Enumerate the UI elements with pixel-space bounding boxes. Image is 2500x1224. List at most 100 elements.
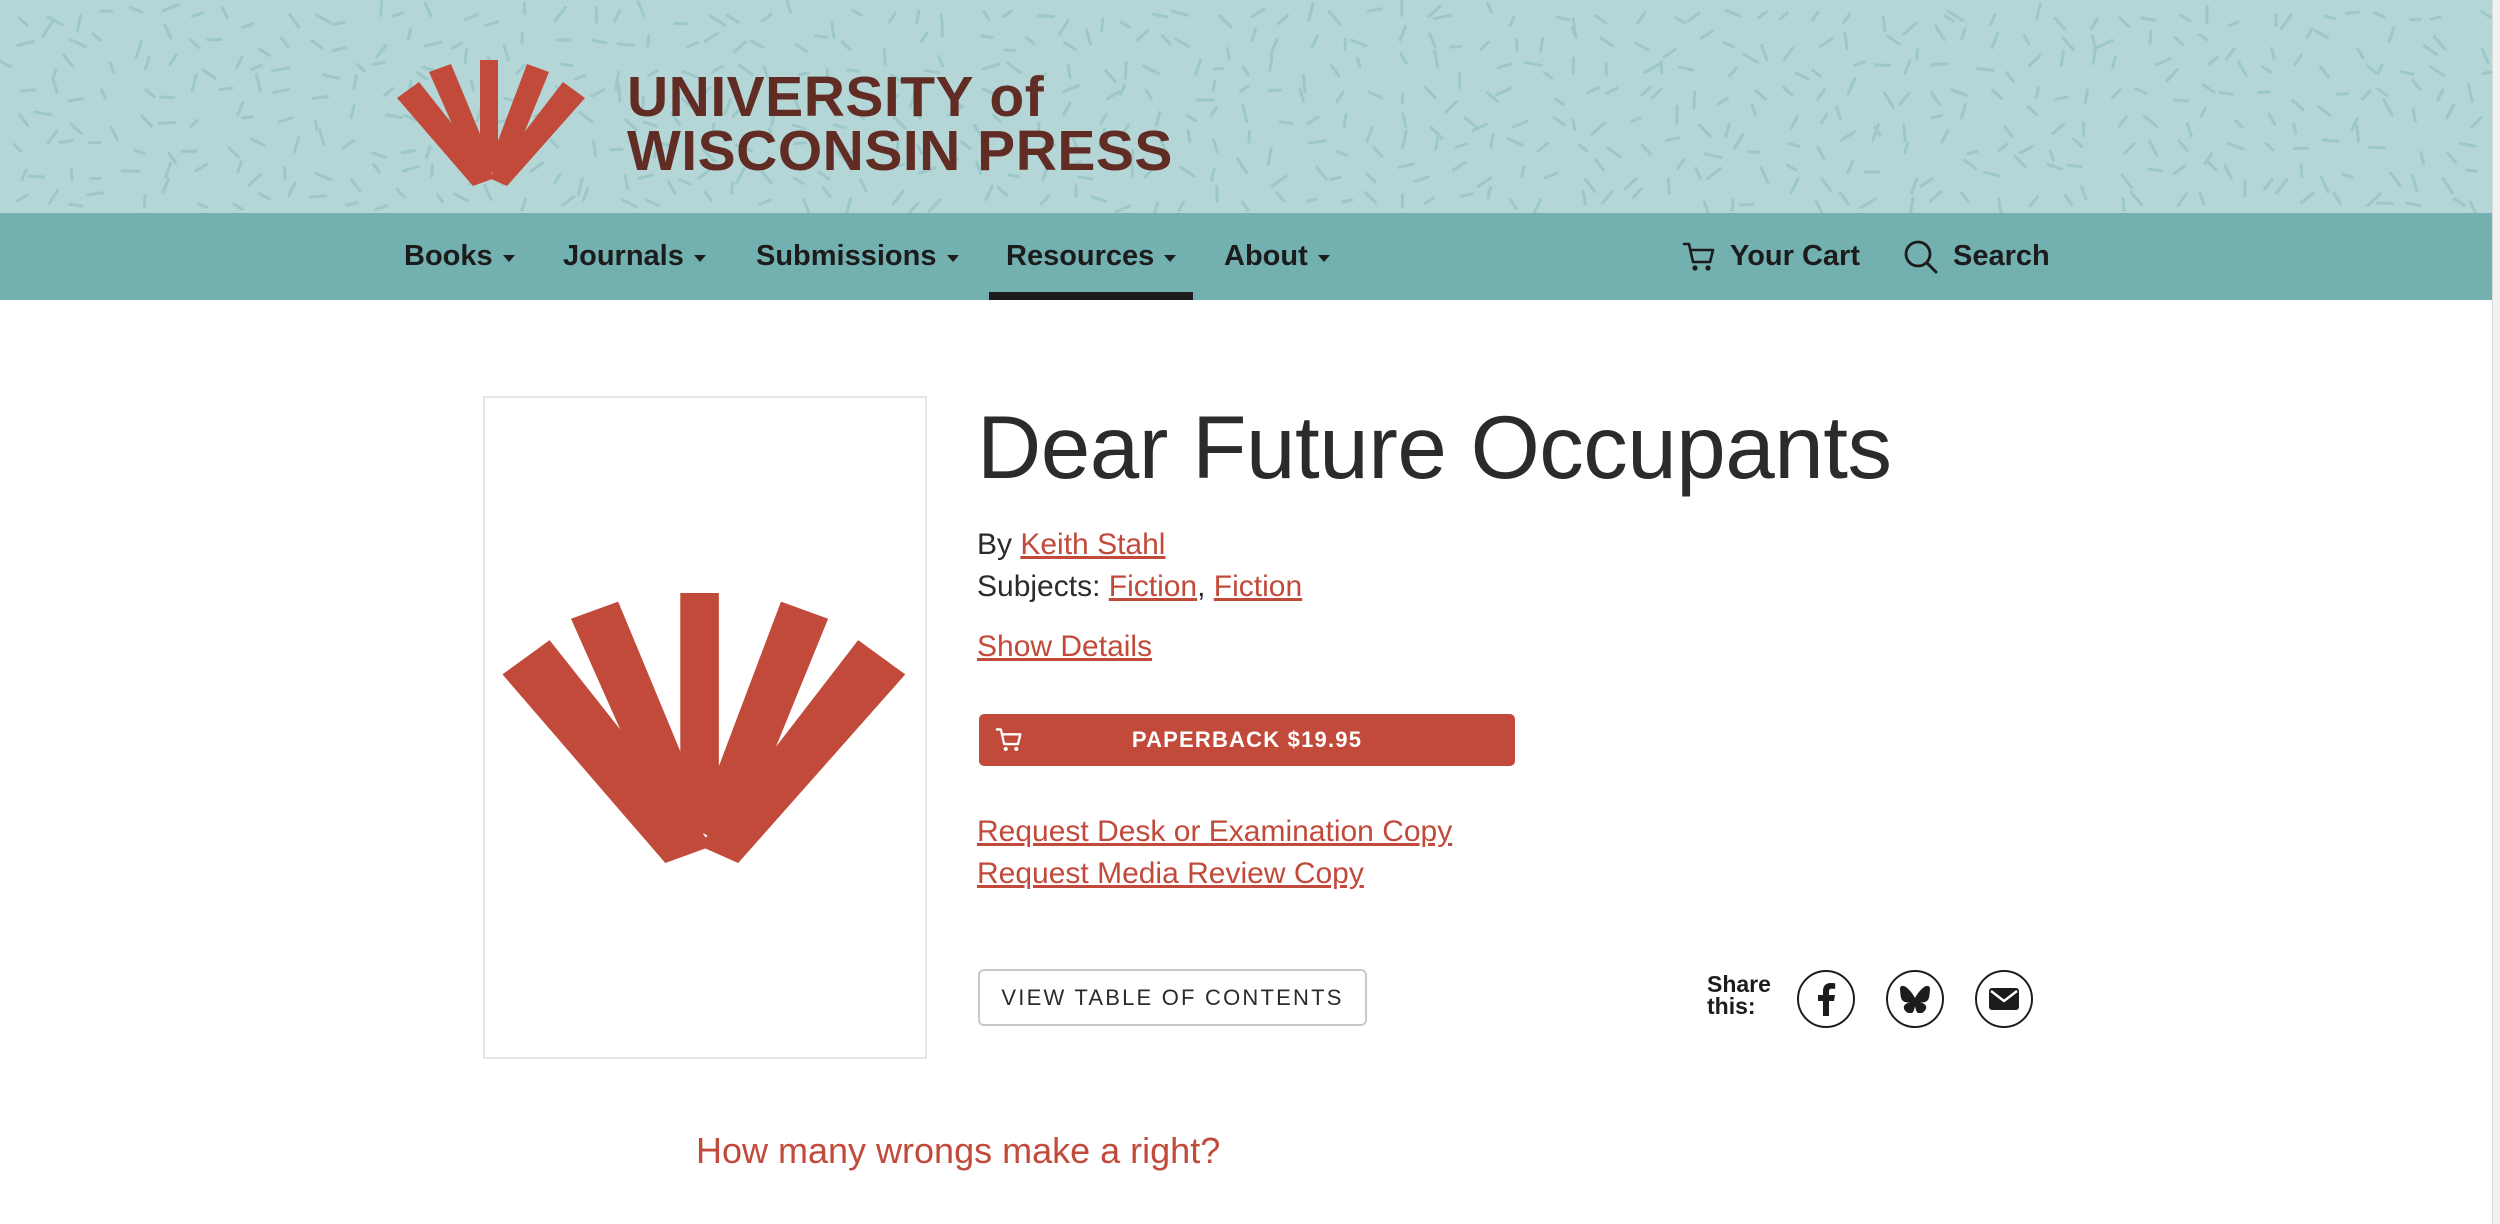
nav-submissions[interactable]: Submissions [756, 213, 959, 300]
buy-paperback-button[interactable]: PAPERBACK $19.95 [979, 714, 1515, 766]
pattern-dash [2129, 190, 2143, 207]
pattern-dash [1787, 141, 1801, 148]
pattern-dash [1846, 76, 1857, 96]
pattern-dash [2355, 124, 2361, 144]
pattern-dash [802, 198, 811, 213]
pattern-dash [1842, 12, 1852, 25]
pattern-dash [2279, 13, 2293, 31]
pattern-dash [1307, 2, 1315, 22]
pattern-dash [2066, 163, 2083, 169]
pattern-dash [2445, 103, 2456, 120]
view-toc-button[interactable]: VIEW TABLE OF CONTENTS [978, 969, 1367, 1026]
pattern-dash [232, 202, 244, 211]
pattern-dash [2466, 83, 2474, 103]
pattern-dash [1903, 141, 1910, 154]
pattern-dash [1329, 63, 1341, 78]
pattern-dash [2218, 91, 2234, 96]
pattern-dash [2262, 177, 2274, 191]
pattern-dash [2270, 46, 2276, 60]
subject-link[interactable]: Fiction [1214, 570, 1302, 603]
pattern-dash [395, 187, 406, 199]
pattern-dash [1650, 87, 1663, 100]
facebook-icon [1818, 983, 1836, 1016]
pattern-dash [520, 197, 527, 212]
pattern-dash [1177, 200, 1186, 212]
pattern-dash [2046, 163, 2064, 171]
pattern-dash [1594, 14, 1607, 25]
pattern-dash [1782, 46, 1795, 61]
nav-about-label: About [1224, 240, 1308, 272]
pattern-dash [2004, 71, 2015, 83]
pattern-dash [1003, 48, 1016, 53]
pattern-dash [424, 40, 443, 48]
pattern-dash [1433, 49, 1440, 69]
pattern-dash [68, 202, 84, 208]
pattern-dash [1778, 11, 1789, 21]
nav-books[interactable]: Books [404, 213, 515, 300]
pattern-dash [2274, 178, 2289, 195]
pattern-dash [2411, 78, 2422, 91]
pattern-dash [1532, 198, 1543, 213]
pattern-dash [613, 8, 622, 23]
pattern-dash [2091, 46, 2097, 66]
pattern-dash [2345, 10, 2360, 15]
pattern-dash [2332, 191, 2342, 205]
pattern-dash [1898, 91, 1911, 106]
pattern-dash [1225, 47, 1231, 61]
subject-link[interactable]: Fiction [1109, 570, 1197, 603]
pattern-dash [1676, 157, 1686, 170]
pattern-dash [379, 0, 384, 18]
pattern-dash [2059, 49, 2065, 67]
pattern-dash [1329, 175, 1342, 182]
search-label: Search [1953, 240, 2050, 272]
nav-about[interactable]: About [1224, 213, 1330, 300]
pattern-dash [1365, 172, 1377, 184]
pattern-dash [1459, 192, 1474, 198]
pattern-dash [51, 78, 59, 95]
pattern-dash [17, 16, 29, 27]
brand-link[interactable]: UNIVERSITY of WISCONSIN PRESS [397, 60, 1172, 190]
pattern-dash [581, 186, 590, 202]
pattern-dash [47, 188, 60, 205]
pattern-dash [794, 43, 809, 54]
pattern-dash [2019, 145, 2034, 155]
search-link[interactable]: Search [1903, 213, 2050, 300]
pattern-dash [1940, 128, 1950, 144]
pattern-dash [2376, 87, 2389, 97]
share-facebook-button[interactable] [1797, 970, 1855, 1028]
book-tagline: How many wrongs make a right? [696, 1130, 1221, 1171]
page-scrollbar[interactable] [2492, 0, 2500, 1224]
pattern-dash [1209, 167, 1216, 182]
pattern-dash [1463, 116, 1480, 130]
pattern-dash [2165, 68, 2179, 83]
pattern-dash [560, 195, 576, 207]
pattern-dash [1605, 86, 1619, 96]
pattern-dash [1479, 40, 1490, 51]
pattern-dash [1178, 165, 1196, 178]
share-email-button[interactable] [1975, 970, 2033, 1028]
cart-link[interactable]: Your Cart [1682, 213, 1860, 300]
author-link[interactable]: Keith Stahl [1020, 528, 1165, 561]
pattern-dash [1662, 47, 1677, 59]
request-media-copy-link[interactable]: Request Media Review Copy [977, 857, 1364, 891]
pattern-dash [68, 97, 85, 103]
share-bluesky-button[interactable] [1886, 970, 1944, 1028]
cart-icon [995, 728, 1022, 752]
request-desk-copy-link[interactable]: Request Desk or Examination Copy [977, 815, 1452, 849]
pattern-dash [247, 172, 263, 187]
caret-down-icon [1317, 255, 1330, 262]
pattern-dash [646, 34, 651, 48]
pattern-dash [1571, 118, 1577, 131]
pattern-dash [1732, 133, 1745, 150]
pattern-dash [321, 73, 341, 80]
pattern-dash [1235, 157, 1249, 175]
pattern-dash [2207, 55, 2220, 66]
pattern-dash [2361, 89, 2372, 101]
show-details-link[interactable]: Show Details [977, 630, 1152, 664]
pattern-dash [308, 194, 328, 199]
pattern-dash [1397, 162, 1415, 170]
nav-resources[interactable]: Resources [988, 213, 1194, 300]
nav-journals[interactable]: Journals [563, 213, 706, 300]
pattern-dash [1193, 58, 1203, 76]
pattern-dash [703, 31, 719, 43]
